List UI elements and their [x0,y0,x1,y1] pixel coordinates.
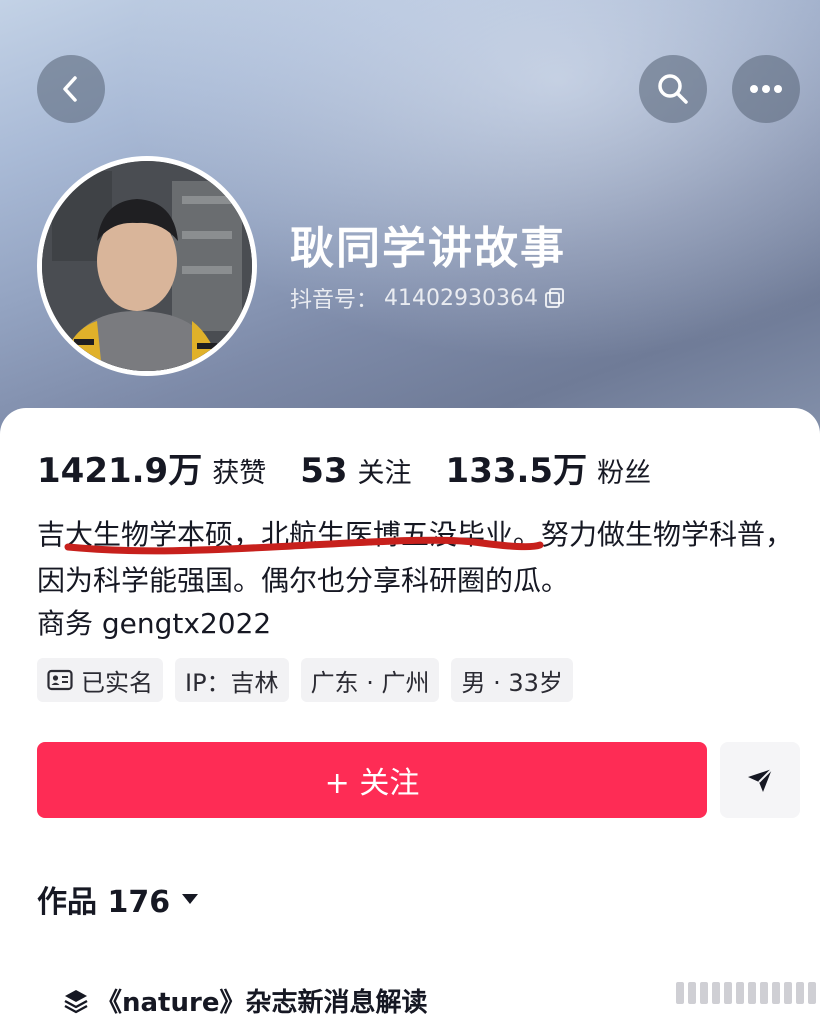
chevron-left-icon [63,76,77,102]
avatar[interactable] [37,156,257,376]
stat-likes[interactable]: 1421.9万 获赞 [37,443,266,492]
collection-item[interactable]: 《nature》杂志新消息解读 [62,982,427,1019]
stat-label: 粉丝 [597,458,652,489]
douyin-id-value: 41402930364 [384,285,538,311]
search-icon [658,74,688,104]
more-button[interactable] [732,55,800,123]
tag-label: 男 · 33岁 [461,668,563,697]
tag-label: 已实名 [81,668,153,697]
share-button[interactable] [720,742,800,818]
stat-value: 133.5万 [445,451,588,491]
tag-label: IP：吉林 [185,668,279,697]
tag-location: 广东 · 广州 [300,658,440,702]
annotation-underline [64,536,544,555]
layers-icon [64,989,88,1013]
search-button[interactable] [639,55,707,123]
stat-label: 关注 [357,458,412,489]
stat-following[interactable]: 53 关注 [300,451,411,491]
tag-label: 广东 · 广州 [310,668,430,697]
watermark-mark [676,982,816,1004]
douyin-id-label: 抖音号： [290,288,379,313]
tag-verified[interactable]: 已实名 [37,658,163,702]
collection-label: 《nature》杂志新消息解读 [96,988,428,1018]
id-card-icon [47,669,73,691]
caret-down-icon [182,894,199,904]
stat-value: 1421.9万 [37,451,203,491]
copy-icon[interactable] [544,287,566,309]
stats-row: 1421.9万 获赞 53 关注 133.5万 粉丝 [37,443,685,492]
stat-label: 获赞 [212,458,267,489]
stat-value: 53 [300,451,348,491]
tag-gender-age: 男 · 33岁 [451,658,573,702]
stat-followers[interactable]: 133.5万 粉丝 [446,443,652,492]
profile-tags: 已实名 IP：吉林 广东 · 广州 男 · 33岁 [37,658,573,702]
nickname: 耿同学讲故事 [290,223,566,274]
business-contact: 商务 gengtx2022 [37,607,272,640]
follow-button[interactable]: + 关注 [37,742,707,818]
avatar-photo [42,161,252,371]
back-button[interactable] [37,55,105,123]
more-dots-icon [750,85,782,93]
tab-works[interactable]: 作品 176 [37,877,200,921]
tag-ip: IP：吉林 [175,658,289,702]
douyin-id[interactable]: 抖音号： 41402930364 [290,282,566,314]
profile-card [0,408,820,1024]
send-icon [748,768,773,792]
tab-works-label: 作品 176 [37,885,171,920]
